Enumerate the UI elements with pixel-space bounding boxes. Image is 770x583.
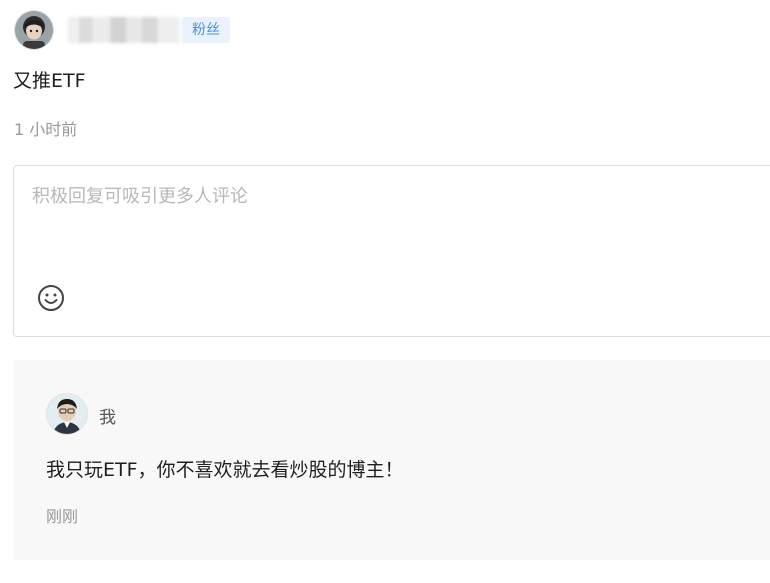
comment-timestamp: 刚刚	[46, 507, 79, 526]
commenter-avatar[interactable]	[46, 393, 88, 435]
smiley-face-icon	[38, 285, 64, 311]
avatar-image	[47, 394, 87, 434]
post-timestamp: 1 小时前	[14, 120, 78, 139]
emoji-button[interactable]	[36, 283, 66, 313]
fan-badge: 粉丝	[182, 17, 230, 43]
post-detail: 粉丝 又推ETF 1 小时前 我 我只玩E	[0, 0, 770, 583]
reply-box	[13, 165, 770, 337]
blurred-username	[68, 17, 180, 43]
reply-input[interactable]	[30, 180, 734, 244]
post-text: 又推ETF	[13, 70, 86, 92]
author-avatar[interactable]	[14, 10, 54, 50]
commenter-name[interactable]: 我	[99, 403, 116, 428]
comment-card: 我 我只玩ETF，你不喜欢就去看炒股的博主！ 刚刚	[13, 360, 770, 560]
avatar-image	[15, 11, 53, 49]
comment-text: 我只玩ETF，你不喜欢就去看炒股的博主！	[46, 459, 404, 481]
post-header: 粉丝	[14, 10, 230, 50]
